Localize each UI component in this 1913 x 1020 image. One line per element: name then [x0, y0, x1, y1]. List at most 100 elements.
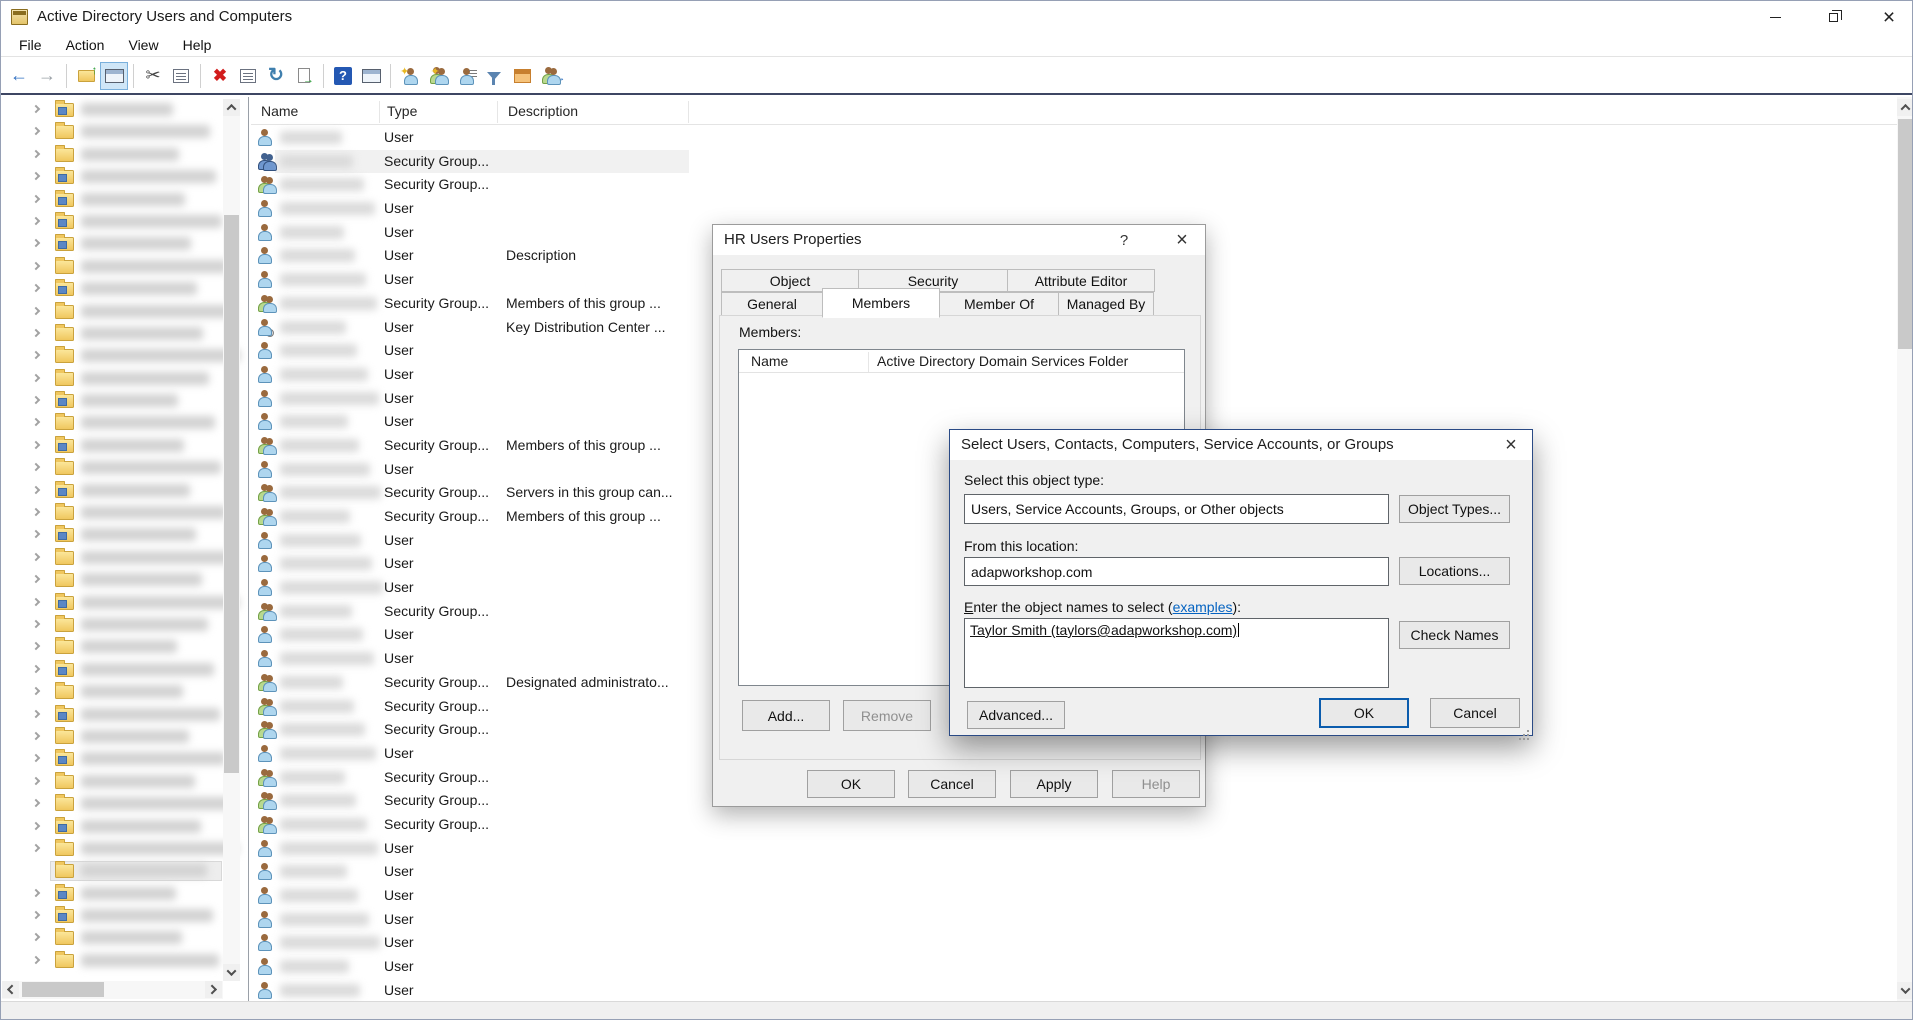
- locations-button[interactable]: Locations...: [1399, 557, 1510, 585]
- object-names-input[interactable]: Taylor Smith (taylors@adapworkshop.com): [964, 618, 1389, 688]
- tree-item[interactable]: [2, 233, 222, 255]
- tree-item[interactable]: [2, 368, 222, 390]
- table-row[interactable]: Security Group...: [251, 173, 1897, 197]
- check-names-button[interactable]: Check Names: [1399, 621, 1510, 649]
- delegate-control-icon[interactable]: →: [536, 62, 564, 90]
- tree-item[interactable]: [2, 816, 222, 838]
- expand-chevron-icon[interactable]: [32, 933, 40, 941]
- expand-chevron-icon[interactable]: [32, 911, 40, 919]
- expand-chevron-icon[interactable]: [32, 351, 40, 359]
- scroll-left-button[interactable]: [2, 981, 19, 998]
- menu-file[interactable]: File: [7, 35, 54, 55]
- paste-icon[interactable]: [167, 62, 195, 90]
- tree-item[interactable]: [2, 793, 222, 815]
- tree-item[interactable]: [2, 144, 222, 166]
- table-row[interactable]: User: [251, 126, 1897, 150]
- tree-item[interactable]: [2, 323, 222, 345]
- expand-chevron-icon[interactable]: [32, 956, 40, 964]
- table-row[interactable]: Security Group...: [251, 150, 1897, 174]
- tree-item[interactable]: [2, 883, 222, 905]
- table-row[interactable]: User: [251, 955, 1897, 979]
- tree-item[interactable]: [2, 547, 222, 569]
- tree-item[interactable]: [2, 771, 222, 793]
- tab-attribute-editor[interactable]: Attribute Editor: [1007, 269, 1155, 292]
- tree-horizontal-scrollbar[interactable]: [2, 981, 223, 999]
- table-row[interactable]: User: [251, 860, 1897, 884]
- expand-chevron-icon[interactable]: [32, 597, 40, 605]
- expand-chevron-icon[interactable]: [32, 485, 40, 493]
- expand-chevron-icon[interactable]: [32, 754, 40, 762]
- show-hide-console-tree-icon[interactable]: [100, 62, 128, 90]
- scroll-thumb[interactable]: [224, 215, 239, 773]
- tree-item[interactable]: [2, 189, 222, 211]
- cancel-button[interactable]: Cancel: [908, 770, 996, 798]
- help-icon[interactable]: ?: [1111, 225, 1137, 255]
- tree-item[interactable]: [2, 435, 222, 457]
- resize-grip[interactable]: [1527, 730, 1529, 732]
- scroll-thumb[interactable]: [22, 982, 104, 997]
- table-row[interactable]: User: [251, 979, 1897, 1003]
- expand-chevron-icon[interactable]: [32, 888, 40, 896]
- remove-button[interactable]: Remove: [843, 700, 931, 731]
- close-button[interactable]: ×: [1861, 1, 1913, 34]
- tree-item[interactable]: [2, 636, 222, 658]
- column-divider[interactable]: [497, 101, 498, 123]
- export-list-icon[interactable]: [290, 62, 318, 90]
- expand-chevron-icon[interactable]: [32, 373, 40, 381]
- scroll-up-button[interactable]: [1897, 99, 1913, 116]
- tab-member-of[interactable]: Member Of: [939, 292, 1059, 316]
- members-column-folder[interactable]: Active Directory Domain Services Folder: [877, 353, 1128, 369]
- tree-item[interactable]: [2, 211, 222, 233]
- apply-button[interactable]: Apply: [1010, 770, 1098, 798]
- new-group-icon[interactable]: ✦: [424, 62, 452, 90]
- properties-list-icon[interactable]: [234, 62, 262, 90]
- minimize-button[interactable]: [1747, 1, 1803, 34]
- column-header-description[interactable]: Description: [508, 103, 578, 119]
- tree-item[interactable]: [2, 166, 222, 188]
- scroll-thumb[interactable]: [1898, 119, 1913, 349]
- tree-item[interactable]: [2, 659, 222, 681]
- tree-item[interactable]: [2, 412, 222, 434]
- tree-item[interactable]: [2, 614, 222, 636]
- tab-managed-by[interactable]: Managed By: [1058, 292, 1154, 316]
- expand-chevron-icon[interactable]: [32, 284, 40, 292]
- delete-icon[interactable]: ✖: [206, 62, 234, 90]
- open-properties-icon[interactable]: [508, 62, 536, 90]
- tree-item[interactable]: [2, 457, 222, 479]
- expand-chevron-icon[interactable]: [32, 508, 40, 516]
- expand-chevron-icon[interactable]: [32, 709, 40, 717]
- table-row[interactable]: User: [251, 197, 1897, 221]
- add-button[interactable]: Add...: [742, 700, 830, 731]
- expand-chevron-icon[interactable]: [32, 575, 40, 583]
- tree-item[interactable]: [2, 748, 222, 770]
- members-column-name[interactable]: Name: [751, 353, 788, 369]
- expand-chevron-icon[interactable]: [32, 530, 40, 538]
- tree-item[interactable]: [2, 524, 222, 546]
- tree-item[interactable]: [2, 905, 222, 927]
- refresh-icon[interactable]: ↻: [262, 62, 290, 90]
- close-icon[interactable]: ×: [1494, 430, 1528, 460]
- back-icon[interactable]: ←: [5, 62, 33, 90]
- table-row[interactable]: User: [251, 837, 1897, 861]
- tree-item[interactable]: [2, 502, 222, 524]
- forward-icon[interactable]: →: [33, 62, 61, 90]
- expand-chevron-icon[interactable]: [32, 844, 40, 852]
- expand-chevron-icon[interactable]: [32, 261, 40, 269]
- scroll-down-button[interactable]: [223, 964, 240, 981]
- tree-item[interactable]: [2, 278, 222, 300]
- tree-item[interactable]: [2, 726, 222, 748]
- expand-chevron-icon[interactable]: [32, 172, 40, 180]
- ok-button[interactable]: OK: [807, 770, 895, 798]
- expand-chevron-icon[interactable]: [32, 732, 40, 740]
- examples-link[interactable]: examples: [1173, 599, 1233, 615]
- menu-view[interactable]: View: [116, 35, 170, 55]
- tree-vertical-scrollbar[interactable]: [223, 99, 240, 981]
- table-row[interactable]: Security Group...: [251, 813, 1897, 837]
- expand-chevron-icon[interactable]: [32, 463, 40, 471]
- expand-chevron-icon[interactable]: [32, 105, 40, 113]
- scroll-down-button[interactable]: [1897, 982, 1913, 999]
- table-row[interactable]: User: [251, 884, 1897, 908]
- scroll-up-button[interactable]: [223, 99, 240, 116]
- expand-chevron-icon[interactable]: [32, 665, 40, 673]
- tree-item[interactable]: [2, 838, 222, 860]
